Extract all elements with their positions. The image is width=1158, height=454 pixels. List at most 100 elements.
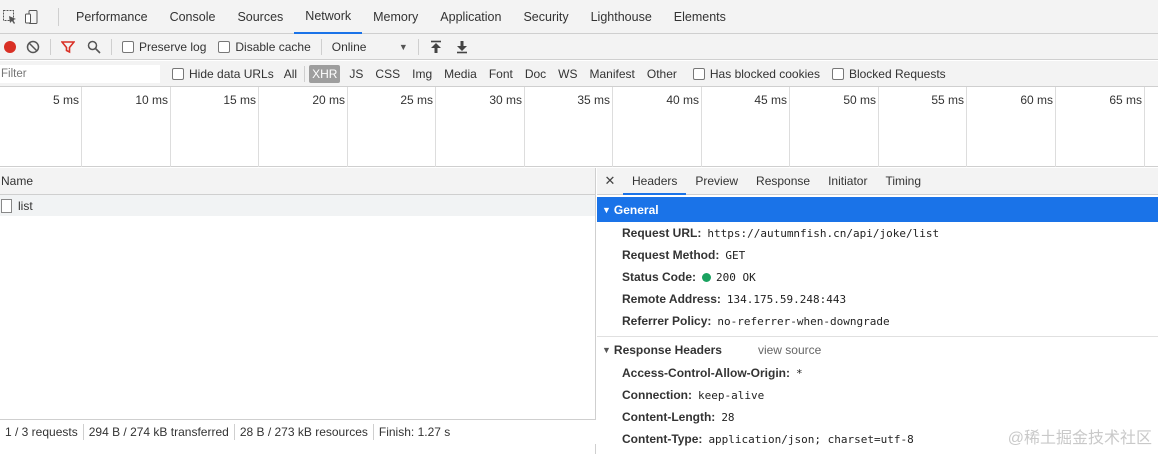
timeline-overview[interactable]: 5 ms 10 ms 15 ms 20 ms 25 ms 30 ms 35 ms… [0, 87, 1158, 167]
record-icon[interactable] [0, 34, 20, 60]
remote-address-row: Remote Address: 134.175.59.248:443 [597, 288, 1158, 310]
inspect-element-icon[interactable] [2, 9, 18, 25]
tab-sources[interactable]: Sources [226, 0, 294, 34]
request-name: list [18, 198, 33, 213]
filter-type-doc[interactable]: Doc [522, 65, 549, 83]
tab-network[interactable]: Network [294, 0, 363, 34]
timeline-tick: 40 ms [613, 87, 702, 167]
timeline-tick: 55 ms [879, 87, 967, 167]
response-headers-title: Response Headers [613, 342, 722, 357]
tab-application[interactable]: Application [429, 0, 512, 34]
header-key: Request URL: [622, 226, 702, 240]
view-source-link[interactable]: view source [758, 343, 821, 357]
filter-type-all[interactable]: All [281, 65, 300, 83]
disable-cache-checkbox[interactable]: Disable cache [218, 40, 311, 54]
toolbar-separator [320, 38, 322, 55]
hide-data-urls-checkbox[interactable]: Hide data URLs [172, 67, 274, 81]
header-key: Request Method: [622, 248, 720, 262]
timeline-tick: 10 ms [82, 87, 171, 167]
search-icon[interactable] [81, 34, 107, 60]
tab-timing[interactable]: Timing [876, 168, 930, 195]
triangle-down-icon: ▼ [602, 344, 611, 355]
timeline-tick: 60 ms [967, 87, 1056, 167]
timeline-tick: 45 ms [702, 87, 790, 167]
header-value: * [796, 366, 803, 380]
checkbox-icon[interactable] [122, 40, 134, 53]
network-toolbar: Preserve log Disable cache Online ▼ [0, 34, 1158, 60]
filter-type-ws[interactable]: WS [555, 65, 580, 83]
filter-icon[interactable] [55, 34, 81, 60]
close-icon[interactable]: ✕ [597, 173, 623, 189]
tabbar-separator [58, 7, 59, 26]
triangle-down-icon: ▼ [602, 204, 611, 215]
tab-initiator[interactable]: Initiator [819, 168, 876, 195]
hide-data-urls-label: Hide data URLs [189, 66, 274, 81]
tab-memory[interactable]: Memory [362, 0, 429, 34]
timeline-tick: 15 ms [171, 87, 259, 167]
tab-performance[interactable]: Performance [65, 0, 159, 34]
request-list-panel: Name list 1 / 3 requests 294 B / 274 kB … [0, 168, 596, 454]
filter-type-manifest[interactable]: Manifest [587, 65, 638, 83]
name-column-header[interactable]: Name [0, 168, 595, 195]
filter-type-css[interactable]: CSS [372, 65, 403, 83]
general-section-header[interactable]: ▼ General [597, 197, 1158, 222]
filter-type-xhr[interactable]: XHR [309, 64, 341, 83]
clear-icon[interactable] [20, 34, 46, 60]
blocked-requests-checkbox[interactable]: Blocked Requests [831, 66, 946, 81]
timeline-tick: 20 ms [259, 87, 348, 167]
import-har-icon[interactable] [423, 34, 449, 60]
blocked-cookies-checkbox[interactable]: Has blocked cookies [692, 67, 820, 81]
throttling-select[interactable]: Online ▼ [332, 40, 408, 54]
request-detail-panel: ✕ Headers Preview Response Initiator Tim… [597, 168, 1158, 454]
filter-type-js[interactable]: JS [346, 65, 366, 83]
filter-input[interactable] [0, 64, 160, 83]
tab-console[interactable]: Console [159, 0, 227, 34]
filter-separator [304, 65, 306, 82]
finish-time: Finish: 1.27 s [378, 425, 451, 439]
resources-size: 28 B / 273 kB resources [235, 424, 374, 440]
detail-tabs: ✕ Headers Preview Response Initiator Tim… [597, 168, 1158, 195]
toolbar-separator [50, 38, 51, 55]
export-har-icon[interactable] [449, 34, 475, 60]
header-key: Content-Type: [622, 432, 703, 446]
transferred-size: 294 B / 274 kB transferred [84, 424, 235, 440]
tab-preview[interactable]: Preview [686, 168, 747, 195]
tab-response[interactable]: Response [747, 168, 819, 195]
filter-type-img[interactable]: Img [409, 65, 435, 83]
header-value: 134.175.59.248:443 [726, 292, 847, 306]
checkbox-icon[interactable] [218, 40, 231, 53]
timeline-tick: 30 ms [436, 87, 525, 167]
preserve-log-checkbox[interactable]: Preserve log [122, 40, 206, 54]
timeline-tick: 5 ms [0, 87, 82, 167]
header-key: Content-Length: [622, 410, 716, 424]
header-value: GET [725, 248, 746, 262]
timeline-tick: 25 ms [348, 87, 436, 167]
response-headers-section-header[interactable]: ▼ Response Headers view source [597, 336, 1158, 362]
status-ok-icon [702, 272, 712, 282]
toolbar-separator [111, 38, 112, 55]
timeline-tick: 50 ms [790, 87, 879, 167]
filter-bar: Hide data URLs All XHR JS CSS Img Media … [0, 61, 1158, 87]
header-key: Status Code: [622, 270, 697, 284]
devtools-tabbar: Performance Console Sources Network Memo… [0, 0, 1158, 34]
referrer-policy-row: Referrer Policy: no-referrer-when-downgr… [597, 310, 1158, 332]
filter-type-media[interactable]: Media [441, 65, 480, 83]
tab-lighthouse[interactable]: Lighthouse [580, 0, 663, 34]
blocked-requests-label: Blocked Requests [848, 66, 946, 81]
toolbar-separator [417, 38, 419, 55]
filter-type-font[interactable]: Font [486, 65, 516, 83]
header-key: Referrer Policy: [622, 314, 712, 328]
checkbox-icon[interactable] [692, 67, 705, 80]
filter-type-other[interactable]: Other [644, 65, 680, 83]
checkbox-icon[interactable] [831, 67, 844, 80]
throttling-value: Online [331, 39, 367, 54]
network-status-bar: 1 / 3 requests 294 B / 274 kB transferre… [0, 419, 596, 444]
timeline-tick: 65 ms [1056, 87, 1145, 167]
tab-headers[interactable]: Headers [623, 168, 687, 195]
checkbox-icon[interactable] [172, 67, 184, 80]
tab-security[interactable]: Security [512, 0, 579, 34]
request-row[interactable]: list [0, 195, 595, 216]
header-key: Connection: [622, 388, 692, 402]
device-toolbar-icon[interactable] [24, 9, 40, 25]
tab-elements[interactable]: Elements [663, 0, 737, 34]
